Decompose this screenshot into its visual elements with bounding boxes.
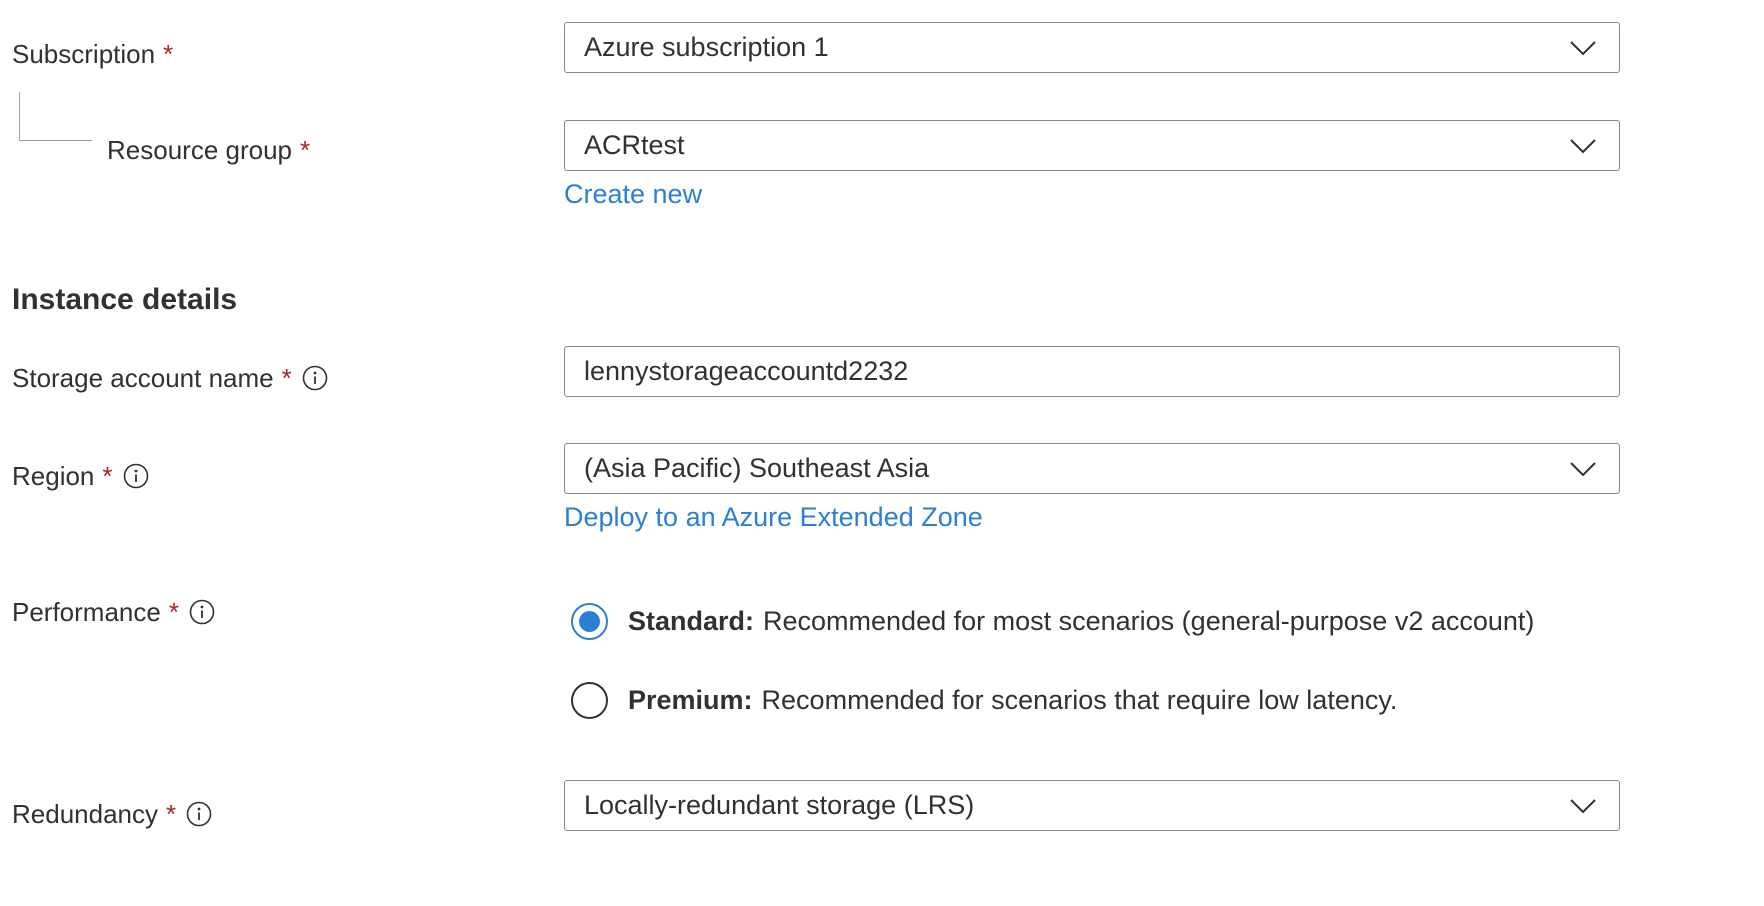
resource-group-dropdown[interactable]: ACRtest bbox=[564, 120, 1620, 171]
resource-group-label-text: Resource group bbox=[107, 135, 292, 165]
storage-account-name-label: Storage account name * bbox=[12, 362, 328, 394]
storage-account-name-label-text: Storage account name bbox=[12, 363, 274, 393]
required-asterisk: * bbox=[102, 461, 113, 491]
option-description: Recommended for most scenarios (general-… bbox=[763, 606, 1535, 636]
performance-label: Performance * bbox=[12, 596, 215, 628]
required-asterisk: * bbox=[163, 39, 174, 69]
resource-group-dropdown-value: ACRtest bbox=[584, 130, 685, 160]
instance-details-heading: Instance details bbox=[12, 283, 238, 316]
required-asterisk: * bbox=[168, 597, 179, 627]
info-icon[interactable] bbox=[302, 365, 328, 391]
performance-option-premium[interactable]: Premium: Recommended for scenarios that … bbox=[571, 682, 1397, 719]
resource-group-label: Resource group * bbox=[107, 134, 310, 166]
region-dropdown[interactable]: (Asia Pacific) Southeast Asia bbox=[564, 443, 1620, 494]
radio-button-checked[interactable] bbox=[571, 603, 608, 640]
region-dropdown-value: (Asia Pacific) Southeast Asia bbox=[584, 453, 930, 483]
subscription-label-text: Subscription bbox=[12, 39, 156, 69]
storage-account-name-input[interactable]: lennystorageaccountd2232 bbox=[564, 346, 1620, 397]
chevron-down-icon bbox=[1557, 22, 1609, 73]
info-icon[interactable] bbox=[123, 463, 149, 489]
performance-label-text: Performance bbox=[12, 597, 161, 627]
chevron-down-icon bbox=[1557, 780, 1609, 831]
redundancy-label-text: Redundancy bbox=[12, 799, 158, 829]
subscription-dropdown-value: Azure subscription 1 bbox=[584, 32, 829, 62]
redundancy-dropdown[interactable]: Locally-redundant storage (LRS) bbox=[564, 780, 1620, 831]
required-asterisk: * bbox=[166, 799, 177, 829]
deploy-extended-zone-link[interactable]: Deploy to an Azure Extended Zone bbox=[564, 501, 983, 533]
option-description: Recommended for scenarios that require l… bbox=[761, 685, 1398, 715]
create-new-resource-group-link[interactable]: Create new bbox=[564, 178, 702, 210]
chevron-down-icon bbox=[1557, 120, 1609, 171]
info-icon[interactable] bbox=[189, 599, 215, 625]
option-title: Premium: bbox=[628, 685, 753, 715]
radio-selected-dot bbox=[579, 611, 600, 632]
hierarchy-connector bbox=[19, 92, 92, 141]
required-asterisk: * bbox=[300, 135, 311, 165]
storage-account-name-value: lennystorageaccountd2232 bbox=[584, 356, 909, 386]
region-label: Region * bbox=[12, 460, 149, 492]
redundancy-dropdown-value: Locally-redundant storage (LRS) bbox=[584, 790, 975, 820]
info-icon[interactable] bbox=[186, 801, 212, 827]
chevron-down-icon bbox=[1557, 443, 1609, 494]
performance-option-standard[interactable]: Standard: Recommended for most scenarios… bbox=[571, 603, 1534, 640]
redundancy-label: Redundancy * bbox=[12, 798, 212, 830]
radio-button-unchecked[interactable] bbox=[571, 682, 608, 719]
option-title: Standard: bbox=[628, 606, 755, 636]
subscription-dropdown[interactable]: Azure subscription 1 bbox=[564, 22, 1620, 73]
required-asterisk: * bbox=[281, 363, 292, 393]
region-label-text: Region bbox=[12, 461, 95, 491]
subscription-label: Subscription * bbox=[12, 38, 173, 70]
